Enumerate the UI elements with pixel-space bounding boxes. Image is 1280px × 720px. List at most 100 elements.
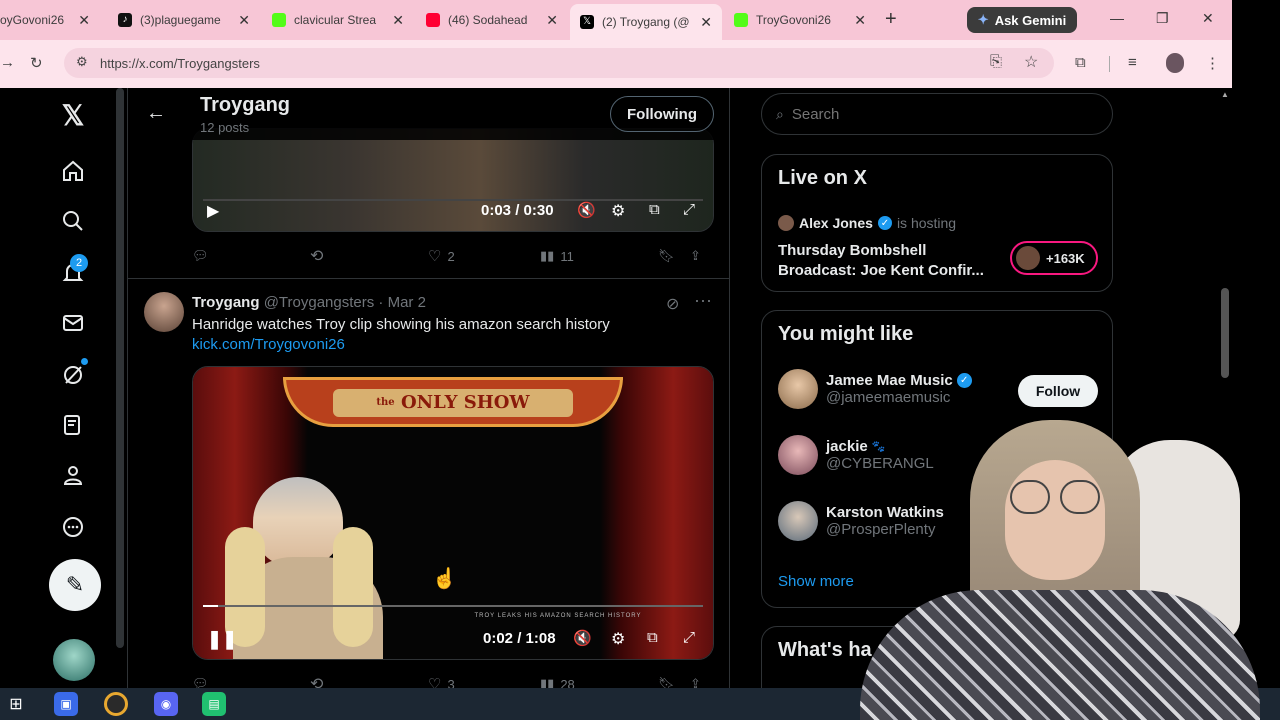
- task-view-icon[interactable]: ⊞: [4, 692, 28, 716]
- pip-icon[interactable]: ⧉: [647, 629, 658, 646]
- app-icon[interactable]: ▤: [202, 692, 226, 716]
- glasses-icon: [1010, 480, 1050, 514]
- repost-button[interactable]: ⟲: [310, 246, 428, 266]
- compose-post-button[interactable]: ✎: [49, 559, 101, 611]
- new-tab-button[interactable]: +: [885, 8, 897, 31]
- forward-icon[interactable]: →: [0, 54, 15, 71]
- post-date[interactable]: · Mar 2: [378, 294, 426, 311]
- live-host-row[interactable]: Alex Jones ✓ is hosting: [778, 215, 956, 231]
- mute-icon[interactable]: 🔇: [573, 629, 592, 647]
- minimize-icon[interactable]: —: [1110, 10, 1124, 26]
- more-menu-icon[interactable]: ⋮: [1205, 54, 1220, 72]
- video-timestamp: 0:02 / 1:08: [483, 630, 556, 647]
- ask-gemini-button[interactable]: ✦ Ask Gemini: [967, 7, 1077, 33]
- bookmark-button[interactable]: 🔖︎: [658, 248, 690, 264]
- browser-tab[interactable]: TroyGovoni26 ✕: [724, 6, 876, 34]
- settings-icon[interactable]: ⚙: [611, 201, 625, 221]
- grok-explain-icon[interactable]: ⊘: [666, 294, 679, 314]
- extensions-icon[interactable]: ⧉: [1075, 54, 1086, 71]
- browser-tab-active[interactable]: 𝕏 (2) Troygang (@ ✕: [570, 4, 722, 40]
- reply-icon: 💬︎: [192, 676, 209, 688]
- app-icon[interactable]: ▣: [54, 692, 78, 716]
- like-button[interactable]: ♡ 2: [428, 247, 540, 265]
- media-control-icon[interactable]: ≡: [1128, 54, 1137, 71]
- profile-avatar[interactable]: [1166, 53, 1184, 73]
- repost-button[interactable]: ⟲: [310, 674, 428, 688]
- share-button[interactable]: ⇪: [690, 248, 701, 264]
- more-circle-icon[interactable]: [58, 512, 88, 542]
- post-video[interactable]: ▶ 0:03 / 0:30 🔇 ⚙ ⧉ ⤢: [192, 128, 714, 232]
- scroll-up-icon[interactable]: ▲: [1221, 90, 1229, 99]
- post-more-icon[interactable]: ···: [694, 290, 712, 311]
- tab-close-icon[interactable]: ✕: [392, 12, 404, 29]
- play-icon[interactable]: ▶: [207, 201, 219, 221]
- pause-icon[interactable]: ❚❚: [207, 629, 237, 650]
- install-app-icon[interactable]: ⎘: [990, 53, 1002, 70]
- bookmark-button[interactable]: 🔖︎: [658, 676, 690, 688]
- chrome-icon[interactable]: [104, 692, 128, 716]
- bookmark-star-icon[interactable]: ☆: [1024, 52, 1038, 72]
- views-button[interactable]: ▮▮ 11: [540, 248, 658, 264]
- live-listeners-pill[interactable]: +163K: [1010, 241, 1098, 275]
- home-icon[interactable]: [58, 156, 88, 186]
- nav-scrollbar[interactable]: [116, 88, 124, 648]
- mouse-cursor: ☝: [432, 568, 457, 590]
- reply-button[interactable]: 💬︎: [192, 676, 310, 688]
- video-progress-track[interactable]: [203, 199, 703, 201]
- tab-title: (46) Sodahead: [448, 13, 528, 27]
- tab-close-icon[interactable]: ✕: [700, 14, 712, 31]
- author-handle[interactable]: @Troygangsters: [264, 294, 375, 311]
- tab-close-icon[interactable]: ✕: [854, 12, 866, 29]
- repost-icon: ⟲: [310, 248, 324, 265]
- following-button[interactable]: Following: [610, 96, 714, 132]
- author-name[interactable]: Troygang: [192, 294, 260, 311]
- post-video[interactable]: the ONLY SHOW TROY LEAKS HIS AMAZON SEAR…: [192, 366, 714, 660]
- live-title[interactable]: Thursday Bombshell Broadcast: Joe Kent C…: [778, 241, 988, 281]
- lists-icon[interactable]: [58, 410, 88, 440]
- only-show-sign: the ONLY SHOW: [333, 389, 573, 417]
- reload-icon[interactable]: ↻: [30, 54, 43, 72]
- discord-icon[interactable]: ◉: [154, 692, 178, 716]
- mute-icon[interactable]: 🔇: [577, 201, 596, 219]
- profile-icon[interactable]: [58, 460, 88, 490]
- video-progress-track[interactable]: [203, 605, 703, 607]
- post-divider: [128, 278, 729, 279]
- post-link[interactable]: kick.com/Troygovoni26: [192, 336, 345, 353]
- tab-close-icon[interactable]: ✕: [238, 12, 250, 29]
- messages-icon[interactable]: [58, 308, 88, 338]
- browser-tab[interactable]: (46) Sodahead ✕: [416, 6, 568, 34]
- search-box[interactable]: ⌕: [761, 93, 1113, 135]
- views-button[interactable]: ▮▮ 28: [540, 676, 658, 688]
- reply-button[interactable]: 💬︎: [192, 248, 310, 264]
- pip-icon[interactable]: ⧉: [649, 201, 660, 218]
- tab-close-icon[interactable]: ✕: [78, 12, 90, 29]
- site-info-icon[interactable]: ⚙: [76, 54, 88, 70]
- tab-title: TroyGovoni26: [756, 13, 831, 27]
- tab-close-icon[interactable]: ✕: [546, 12, 558, 29]
- follow-button[interactable]: Follow: [1018, 375, 1098, 407]
- close-window-icon[interactable]: ✕: [1202, 10, 1214, 27]
- post-header: Troygang @Troygangsters · Mar 2: [192, 294, 426, 311]
- tab-title: oyGovoni26: [0, 13, 65, 27]
- search-input[interactable]: [791, 105, 1072, 123]
- account-avatar[interactable]: [53, 639, 95, 681]
- share-button[interactable]: ⇪: [690, 676, 701, 688]
- fullscreen-icon[interactable]: ⤢: [683, 629, 695, 646]
- address-bar[interactable]: ⚙ https://x.com/Troygangsters ⎘ ☆: [64, 48, 1054, 78]
- tiktok-icon: ♪: [118, 13, 132, 27]
- restore-icon[interactable]: ❐: [1156, 10, 1169, 27]
- browser-tab[interactable]: oyGovoni26 ✕: [0, 6, 100, 34]
- fullscreen-icon[interactable]: ⤢: [683, 201, 695, 218]
- settings-icon[interactable]: ⚙: [611, 629, 625, 649]
- ask-gemini-label: Ask Gemini: [994, 12, 1067, 28]
- browser-tab[interactable]: clavicular Strea ✕: [262, 6, 414, 34]
- suggested-user[interactable]: Jamee Mae Music ✓ @jameemaemusic: [778, 369, 972, 409]
- explore-search-icon[interactable]: [58, 206, 88, 236]
- scroll-thumb[interactable]: [1221, 288, 1229, 378]
- author-avatar[interactable]: [144, 292, 184, 332]
- x-logo-icon[interactable]: 𝕏: [58, 100, 88, 131]
- like-button[interactable]: ♡ 3: [428, 675, 540, 688]
- streamer-face: [253, 477, 343, 567]
- browser-tab[interactable]: ♪ (3)plaguegame ✕: [108, 6, 260, 34]
- back-arrow-icon[interactable]: ←: [146, 102, 166, 125]
